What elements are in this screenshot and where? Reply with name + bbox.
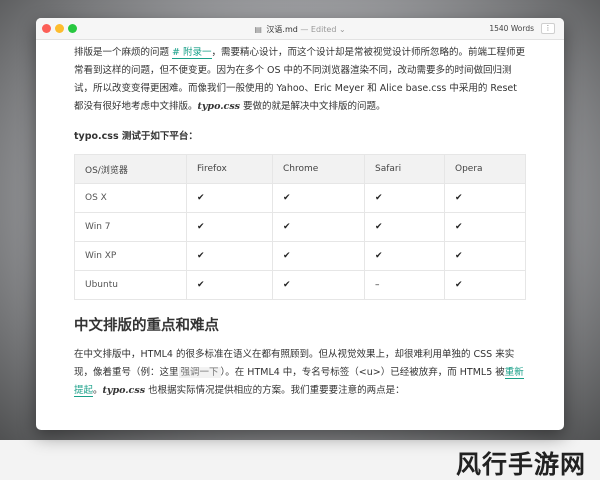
- typo-css-mark: typo.css: [197, 101, 241, 112]
- section-heading: 中文排版的重点和难点: [74, 318, 219, 334]
- emphasis-sample: 强调一下: [178, 367, 221, 378]
- table-cell: Win 7: [74, 212, 187, 242]
- file-name: 汉语.md: [266, 25, 298, 34]
- document-icon: ▤: [254, 25, 262, 34]
- browser-support-table: OS/浏览器 Firefox Chrome Safari Opera OS X …: [74, 154, 526, 300]
- appendix-link[interactable]: # 附录一: [172, 47, 212, 59]
- text-run: 要做的就是解决中文排版的问题。: [240, 101, 386, 112]
- table-cell: ✔: [444, 212, 526, 242]
- table-row: Win XP ✔ ✔ ✔ ✔: [74, 241, 526, 271]
- document-content[interactable]: 排版是一个麻烦的问题 # 附录一，需要精心设计，而这个设计却是常被视觉设计师所忽…: [74, 44, 526, 400]
- edited-status: — Edited ⌄: [300, 25, 346, 34]
- table-cell: Win XP: [74, 241, 187, 271]
- table-header-cell: Firefox: [186, 154, 273, 184]
- table-cell: ✔: [272, 212, 365, 242]
- table-row: Ubuntu ✔ ✔ – ✔: [74, 270, 526, 300]
- table-cell: ✔: [364, 241, 445, 271]
- body-paragraph: 在中文排版中，HTML4 的很多标准在语义在都有照顾到。但从视觉效果上，却很难利…: [74, 346, 526, 400]
- table-cell: ✔: [444, 241, 526, 271]
- table-cell: –: [364, 270, 445, 300]
- text-run: 。: [93, 385, 103, 396]
- table-row: OS X ✔ ✔ ✔ ✔: [74, 183, 526, 213]
- text-run: 也根据实际情况提供相应的方案。我们重要要注意的两点是：: [145, 385, 405, 396]
- table-cell: ✔: [364, 212, 445, 242]
- table-cell: ✔: [186, 241, 273, 271]
- typo-css-mark: typo.css: [102, 385, 146, 396]
- table-header-cell: Safari: [364, 154, 445, 184]
- table-row: Win 7 ✔ ✔ ✔ ✔: [74, 212, 526, 242]
- table-cell: ✔: [186, 212, 273, 242]
- editor-window: ▤ 汉语.md — Edited ⌄ 1540 Words ⋮ 排版是一个麻烦的…: [36, 18, 564, 430]
- table-cell: Ubuntu: [74, 270, 187, 300]
- table-cell: ✔: [272, 241, 365, 271]
- text-run: 排版是一个麻烦的问题: [74, 47, 173, 58]
- intro-paragraph: 排版是一个麻烦的问题 # 附录一，需要精心设计，而这个设计却是常被视觉设计师所忽…: [74, 44, 526, 116]
- table-cell: ✔: [272, 270, 365, 300]
- table-header-cell: OS/浏览器: [74, 154, 187, 184]
- table-cell: ✔: [186, 270, 273, 300]
- table-header-row: OS/浏览器 Firefox Chrome Safari Opera: [74, 154, 526, 184]
- table-cell: ✔: [272, 183, 365, 213]
- table-cell: ✔: [186, 183, 273, 213]
- table-cell: ✔: [444, 270, 526, 300]
- table-header-cell: Chrome: [272, 154, 365, 184]
- title-bar: ▤ 汉语.md — Edited ⌄ 1540 Words ⋮: [36, 18, 564, 40]
- table-cell: ✔: [444, 183, 526, 213]
- table-cell: OS X: [74, 183, 187, 213]
- table-cell: ✔: [364, 183, 445, 213]
- table-header-cell: Opera: [444, 154, 526, 184]
- sidebar-toggle-button[interactable]: ⋮: [541, 23, 555, 34]
- platform-subtitle: typo.css 测试于如下平台：: [74, 131, 198, 142]
- word-count[interactable]: 1540 Words: [489, 24, 534, 33]
- window-title[interactable]: ▤ 汉语.md — Edited ⌄: [36, 24, 564, 35]
- watermark-logo: 风行手游网: [455, 450, 586, 479]
- text-run: ）。在 HTML4 中，专名号标签（<u>）已经被放弃，而 HTML5 被: [220, 367, 505, 378]
